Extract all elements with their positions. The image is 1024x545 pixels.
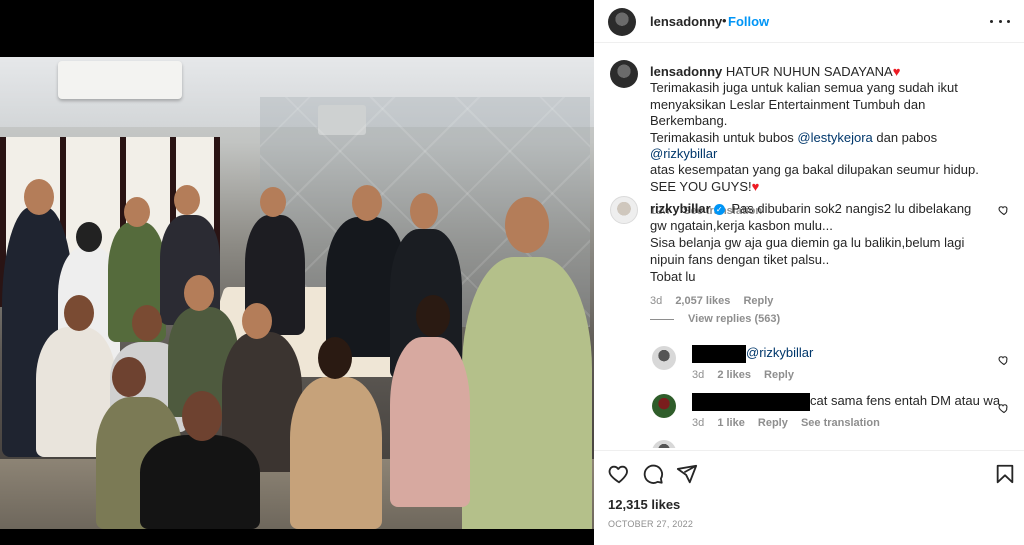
photo-person	[140, 435, 260, 529]
photo-person-head	[242, 303, 272, 339]
photo-person	[290, 377, 382, 529]
photo-person-head	[132, 305, 162, 341]
photo-person-head	[318, 337, 352, 379]
redacted-username	[692, 392, 810, 411]
commenter-username[interactable]: rizkybillar	[650, 201, 711, 216]
photo-person-head	[112, 357, 146, 397]
post-header: lensadonny • Follow	[594, 0, 1024, 43]
photo-person-head	[76, 222, 102, 252]
photo-person	[462, 257, 592, 529]
comment-text: Sisa belanja gw aja gua diemin ga lu bal…	[650, 235, 965, 267]
reply-avatar[interactable]	[652, 394, 676, 418]
reply-like-heart-icon[interactable]	[998, 354, 1010, 366]
reply-like-heart-icon[interactable]	[998, 402, 1010, 414]
caption-username[interactable]: lensadonny	[650, 64, 722, 79]
verified-badge-icon: ✓	[713, 204, 725, 216]
reply-meta: 3d 2 likes Reply	[692, 367, 813, 384]
photo-person-head	[184, 275, 214, 311]
photo-person-head	[64, 295, 94, 331]
reply-body: @rizkybillar 3d 2 likes Reply	[692, 344, 813, 384]
photo-person-head	[352, 185, 382, 221]
reply-text: cat sama fens entah DM atau wa	[810, 393, 1001, 408]
follow-button[interactable]: Follow	[728, 14, 769, 29]
photo-person-head	[505, 197, 549, 253]
reply-time[interactable]: 3d	[692, 417, 704, 429]
share-icon[interactable]	[676, 463, 698, 485]
likes-count[interactable]: 12,315 likes	[608, 497, 680, 512]
comment-likes[interactable]: 2,057 likes	[675, 295, 730, 307]
comment-item: rizkybillar ✓ Pas dibubarin sok2 nangis2 …	[610, 196, 1010, 307]
bookmark-icon[interactable]	[994, 463, 1016, 485]
comment-icon[interactable]	[642, 463, 664, 485]
comment-body: rizkybillar ✓ Pas dibubarin sok2 nangis2 …	[650, 200, 986, 310]
post-actions: 12,315 likes OCTOBER 27, 2022	[594, 450, 1024, 545]
mention-link[interactable]: @rizkybillar	[650, 146, 717, 161]
post-photo[interactable]	[0, 57, 594, 529]
photo-person	[390, 337, 470, 507]
reply-avatar[interactable]	[652, 440, 676, 448]
red-heart-icon: ♥	[892, 64, 901, 79]
reply-likes[interactable]: 1 like	[717, 417, 745, 429]
mention-link[interactable]: @rizkybillar	[746, 345, 813, 360]
photo-person-head	[24, 179, 54, 215]
reply-button[interactable]: Reply	[743, 295, 773, 307]
photo-person-head	[260, 187, 286, 217]
reply-avatar[interactable]	[652, 346, 676, 370]
reply-button[interactable]: Reply	[764, 369, 794, 381]
heart-icon[interactable]	[608, 463, 630, 485]
reply-body: cat sama fens entah DM atau wa 3d 1 like…	[692, 392, 1000, 432]
view-replies-label: View replies (563)	[688, 313, 781, 325]
post-date[interactable]: OCTOBER 27, 2022	[608, 519, 693, 529]
caption-line: Terimakasih untuk bubos	[650, 129, 798, 145]
caption-line: Terimakasih juga untuk kalian semua yang…	[650, 80, 958, 129]
caption-line: HATUR NUHUN SADAYANA	[725, 64, 893, 79]
caption-avatar[interactable]	[610, 60, 638, 88]
author-avatar[interactable]	[608, 8, 636, 36]
more-options-icon[interactable]	[990, 14, 1010, 28]
comment-time[interactable]: 3d	[650, 295, 662, 307]
comment-meta: 3d 2,057 likes Reply	[650, 293, 986, 310]
photo-person-head	[174, 185, 200, 215]
reply-item: cat sama fens entah DM atau wa 3d 1 like…	[652, 392, 1008, 432]
photo-person-head	[416, 295, 450, 337]
comment-text: Tobat lu	[650, 269, 696, 284]
reply-button[interactable]: Reply	[758, 417, 788, 429]
red-heart-icon: ♥	[751, 178, 760, 194]
view-replies-button[interactable]: View replies (563)	[650, 313, 780, 325]
caption-line: SEE YOU GUYS!	[650, 178, 752, 194]
photo-air-conditioner	[58, 61, 182, 99]
comment-like-heart-icon[interactable]	[998, 204, 1010, 216]
photo-panel	[0, 0, 594, 545]
photo-person-head	[182, 391, 222, 441]
photo-person-head	[124, 197, 150, 227]
reply-meta: 3d 1 like Reply See translation	[692, 415, 1000, 432]
caption-line: dan pabos	[872, 129, 938, 145]
view-replies-line	[650, 318, 674, 320]
commenter-avatar[interactable]	[610, 196, 638, 224]
redacted-username	[692, 344, 746, 363]
reply-item: @rizkybillar 3d 2 likes Reply	[652, 344, 1008, 384]
separator-dot: •	[722, 13, 727, 28]
reply-likes[interactable]: 2 likes	[717, 369, 751, 381]
photo-person-head	[410, 193, 438, 229]
author-username[interactable]: lensadonny	[650, 14, 722, 29]
caption-line: atas kesempatan yang ga bakal dilupakan …	[650, 162, 979, 178]
post-side-panel: lensadonny • Follow lensadonny HATUR NUH…	[594, 0, 1024, 545]
mention-link[interactable]: @lestykejora	[797, 130, 872, 145]
comments-section[interactable]: lensadonny HATUR NUHUN SADAYANA♥ Terimak…	[594, 44, 1024, 448]
reply-time[interactable]: 3d	[692, 369, 704, 381]
see-translation-link[interactable]: See translation	[801, 417, 880, 429]
